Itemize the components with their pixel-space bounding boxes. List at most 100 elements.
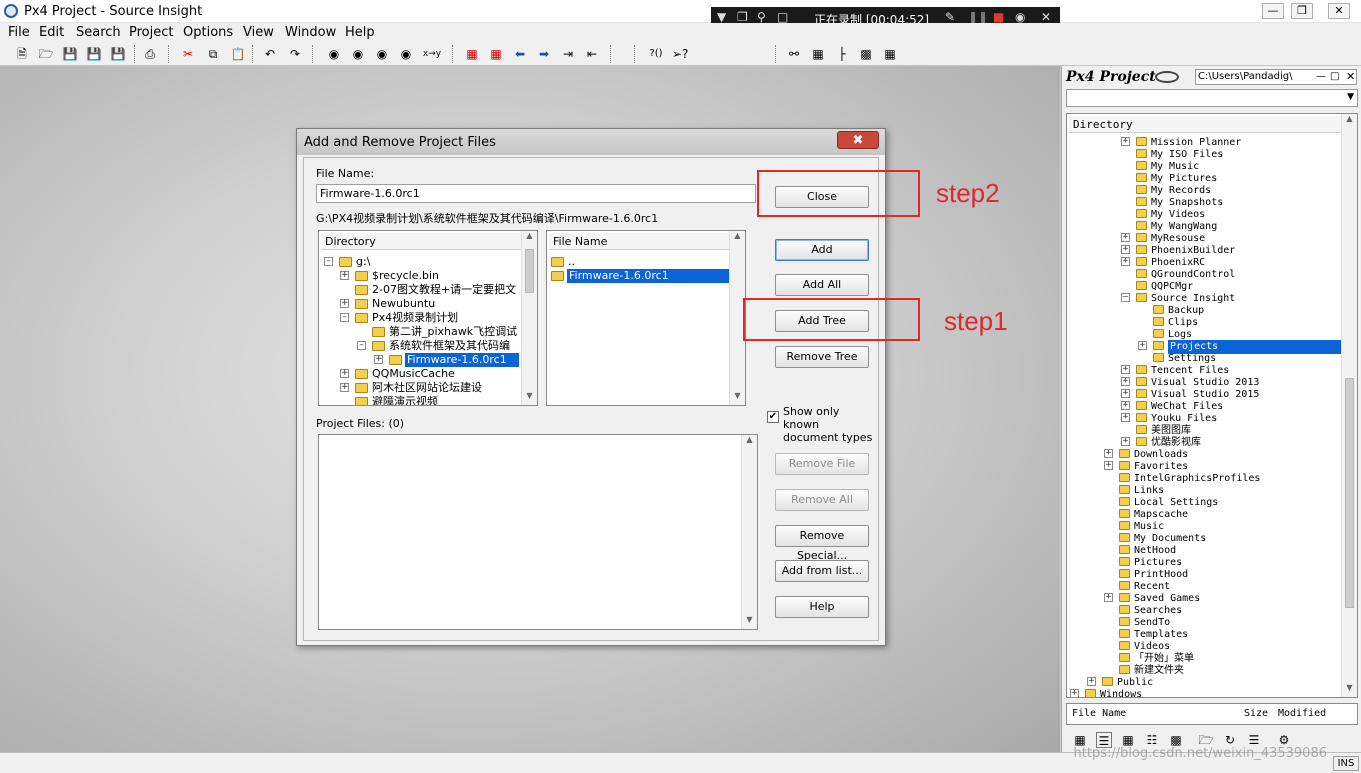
cut-icon[interactable]: ✂ <box>180 46 196 62</box>
file-name-label: File Name: <box>316 167 375 180</box>
menu-project[interactable]: Project <box>129 25 173 40</box>
remove-file-button[interactable]: Remove File <box>775 453 869 475</box>
help-button[interactable]: Help <box>775 596 869 618</box>
paste-icon[interactable]: 📋 <box>230 46 246 62</box>
tree-item[interactable]: – Px4视频录制计划 <box>319 311 521 325</box>
menu-edit[interactable]: Edit <box>39 25 64 40</box>
tree-item[interactable]: + QQMusicCache <box>319 367 521 381</box>
menu-options[interactable]: Options <box>183 25 233 40</box>
file-list-item-selected[interactable]: Firmware-1.6.0rc1 <box>547 269 729 283</box>
stop-icon[interactable]: ■ <box>993 10 1004 24</box>
directory-tree[interactable]: Directory – g:\ + $recycle.bin 2-07图文教程+… <box>318 230 538 406</box>
redo-icon[interactable]: ↷ <box>287 46 303 62</box>
bookmark-icon[interactable]: ▦ <box>464 46 480 62</box>
show-known-label: Show only known document types <box>783 405 873 444</box>
replace-icon[interactable]: x→y <box>422 46 442 62</box>
find-prev-icon[interactable]: ◉ <box>374 46 390 62</box>
dropdown-icon[interactable]: ▼ <box>717 10 726 24</box>
panel-restore-icon[interactable]: □ <box>1330 71 1339 82</box>
tree-item[interactable]: 2-07图文教程+请一定要把文 <box>319 283 521 297</box>
save-as-icon[interactable]: 💾 <box>110 46 126 62</box>
add-button[interactable]: Add <box>775 239 869 261</box>
find-icon[interactable]: ◉ <box>326 46 342 62</box>
sync-icon[interactable]: ⚯ <box>786 46 802 62</box>
remove-all-button[interactable]: Remove All <box>775 489 869 511</box>
forward-icon[interactable]: ➡ <box>536 46 552 62</box>
watermark: https://blog.csdn.net/weixin_43539086 <box>1073 746 1327 761</box>
tree-item[interactable]: + 阿木社区网站论坛建设 <box>319 381 521 395</box>
camera-icon[interactable]: ◉ <box>1015 10 1025 24</box>
dialog-close-icon[interactable]: ✖ <box>837 131 879 149</box>
menu-view[interactable]: View <box>243 25 274 40</box>
window-tile-icon[interactable]: ▦ <box>882 46 898 62</box>
tree-item[interactable]: – 系统软件框架及其代码编 <box>319 339 521 353</box>
undo-icon[interactable]: ↶ <box>262 46 278 62</box>
window-titlebar: Px4 Project - Source Insight — ❐ ✕ <box>0 0 1361 23</box>
project-window-panel: Px4 Project C:\Users\Pandadig\ — □ ✕ ▼ D… <box>1061 66 1361 752</box>
context-help-icon[interactable]: ➢? <box>672 46 688 62</box>
project-tree-item[interactable]: + Windows <box>1067 688 1343 697</box>
open-folder-icon[interactable]: 🗁 <box>38 46 54 62</box>
project-files-scrollbar[interactable]: ▲ ▼ <box>741 435 757 629</box>
chevron-down-icon[interactable]: ▼ <box>1347 92 1354 102</box>
source-insight-logo-icon <box>1155 71 1179 83</box>
main-toolbar: 🗎 🗁 💾 💾 💾 ⎙ ✂ ⧉ 📋 ↶ ↷ ◉ ◉ ◉ ◉ x→y ▦ ▦ ⬅ … <box>0 42 1361 66</box>
symbol-info-icon[interactable]: ?() <box>646 46 666 62</box>
menu-help[interactable]: Help <box>345 25 375 40</box>
file-list-item[interactable]: .. <box>547 255 729 269</box>
insert-mode-indicator: INS <box>1333 756 1359 771</box>
project-tree-scrollbar[interactable]: ▲ ▼ <box>1341 114 1357 697</box>
tree-item-selected[interactable]: + Firmware-1.6.0rc1 <box>319 353 521 367</box>
minimize-button[interactable]: — <box>1262 3 1284 19</box>
close-window-button[interactable]: ✕ <box>1328 3 1350 19</box>
current-path: G:\PX4视频录制计划\系统软件框架及其代码编译\Firmware-1.6.0… <box>316 212 659 225</box>
remove-tree-button[interactable]: Remove Tree <box>775 346 869 368</box>
relation-icon[interactable]: ▦ <box>810 46 826 62</box>
menu-search[interactable]: Search <box>76 25 121 40</box>
save-icon[interactable]: 💾 <box>62 46 78 62</box>
menu-window[interactable]: Window <box>285 25 336 40</box>
file-name-input[interactable]: Firmware-1.6.0rc1 <box>316 184 756 203</box>
directory-scrollbar[interactable]: ▲ ▼ <box>521 231 537 405</box>
copy-icon[interactable]: ⧉ <box>205 46 221 62</box>
file-name-list[interactable]: File Name .. Firmware-1.6.0rc1 ▲ ▼ <box>546 230 746 406</box>
project-directory-tree[interactable]: Directory + Mission Planner My ISO Files My… <box>1066 113 1358 698</box>
panel-minimize-icon[interactable]: — <box>1316 71 1326 82</box>
pause-icon[interactable]: ❚❚ <box>968 10 988 24</box>
search-files-icon[interactable]: ◉ <box>398 46 414 62</box>
frame-icon[interactable]: □ <box>777 10 788 24</box>
tree-item[interactable]: + $recycle.bin <box>319 269 521 283</box>
outdent-icon[interactable]: ⇤ <box>584 46 600 62</box>
indent-icon[interactable]: ⇥ <box>560 46 576 62</box>
remove-special-button[interactable]: Remove Special... <box>775 525 869 562</box>
menu-file[interactable]: File <box>8 25 30 40</box>
close-recorder-icon[interactable]: ✕ <box>1041 10 1051 24</box>
tree-item[interactable]: + Newubuntu <box>319 297 521 311</box>
tree-item[interactable]: – g:\ <box>319 255 521 269</box>
step2-highlight <box>757 170 920 217</box>
zoom-icon[interactable]: ⚲ <box>757 10 766 24</box>
new-file-icon[interactable]: 🗎 <box>14 46 30 62</box>
bookmark-next-icon[interactable]: ▦ <box>488 46 504 62</box>
find-next-icon[interactable]: ◉ <box>350 46 366 62</box>
pen-icon[interactable]: ✎ <box>945 10 955 24</box>
file-name-column[interactable]: File Name <box>1072 708 1126 719</box>
restore-button[interactable]: ❐ <box>1291 3 1313 19</box>
back-icon[interactable]: ⬅ <box>512 46 528 62</box>
size-column[interactable]: Size <box>1244 708 1268 719</box>
save-all-icon[interactable]: 💾 <box>86 46 102 62</box>
step1-label: step1 <box>944 306 1008 336</box>
tree-item[interactable]: 第二讲_pixhawk飞控调试 <box>319 325 521 339</box>
print-icon[interactable]: ⎙ <box>142 46 158 62</box>
window-icon[interactable]: ❐ <box>737 10 748 24</box>
show-known-checkbox[interactable]: ✔ <box>767 411 779 423</box>
add-all-button[interactable]: Add All <box>775 274 869 296</box>
symbol-filter-combo[interactable]: ▼ <box>1066 89 1358 107</box>
layout-icon[interactable]: ▩ <box>858 46 874 62</box>
tree-item[interactable]: 避障演示视频 <box>319 395 521 405</box>
panel-close-icon[interactable]: ✕ <box>1346 70 1355 83</box>
modified-column[interactable]: Modified <box>1278 708 1326 719</box>
add-from-list-button[interactable]: Add from list... <box>775 560 869 582</box>
browse-icon[interactable]: ├ <box>834 46 850 62</box>
project-files-list[interactable]: ▲ ▼ <box>318 434 758 630</box>
